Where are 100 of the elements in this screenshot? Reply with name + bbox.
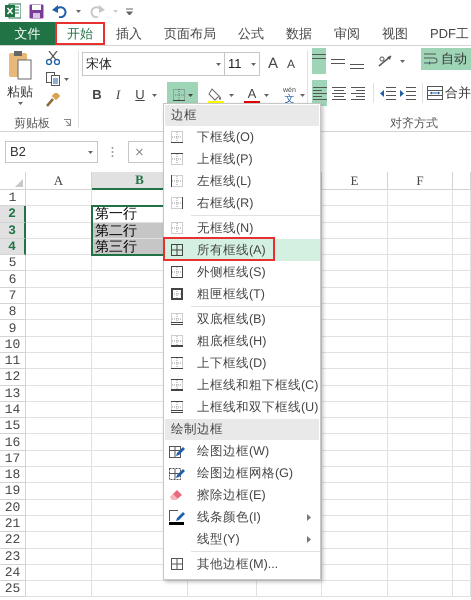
- wrap-icon: [424, 53, 438, 65]
- menu-section-header: 绘制边框: [165, 419, 319, 440]
- row-header[interactable]: 14: [0, 402, 26, 418]
- caret-icon[interactable]: [216, 62, 221, 66]
- caret-icon[interactable]: [251, 62, 256, 66]
- ribbon-tab[interactable]: 开始: [55, 22, 105, 45]
- ribbon-tab[interactable]: 数据: [275, 22, 323, 45]
- row-header[interactable]: 10: [0, 336, 26, 353]
- underline-button[interactable]: U: [133, 85, 147, 105]
- font-size-field[interactable]: 11: [225, 52, 260, 76]
- copy-icon[interactable]: [46, 72, 61, 86]
- row-header[interactable]: 6: [0, 271, 26, 288]
- ribbon-tab[interactable]: PDF工: [419, 22, 471, 45]
- paste-icon[interactable]: [8, 50, 32, 80]
- caret-icon[interactable]: [400, 60, 405, 63]
- scissors-icon[interactable]: [46, 51, 60, 65]
- shrink-font-button[interactable]: A: [287, 55, 300, 73]
- menu-item[interactable]: 双底框线(B): [164, 305, 320, 330]
- table-cell: [322, 190, 388, 206]
- caret-icon[interactable]: [152, 94, 157, 96]
- paste-button[interactable]: 粘贴: [7, 82, 33, 102]
- table-cell: [388, 369, 453, 386]
- menu-item[interactable]: 擦除边框(E): [164, 484, 320, 506]
- caret-icon[interactable]: [264, 94, 269, 96]
- caret-icon[interactable]: [229, 94, 234, 96]
- increase-indent-icon[interactable]: [400, 86, 416, 100]
- italic-button[interactable]: I: [111, 85, 125, 105]
- font-name-field[interactable]: 宋体: [82, 52, 225, 76]
- row-header[interactable]: 11: [0, 352, 26, 370]
- ribbon-tab[interactable]: 页面布局: [153, 22, 227, 45]
- row-header[interactable]: 15: [0, 418, 26, 434]
- save-icon[interactable]: [29, 4, 44, 18]
- row-header[interactable]: 16: [0, 434, 26, 451]
- row-header[interactable]: 23: [0, 548, 26, 565]
- grip-icon[interactable]: [111, 146, 114, 158]
- menu-item[interactable]: 粗匣框线(T): [164, 283, 320, 305]
- row-header[interactable]: 25: [0, 581, 26, 598]
- row-header[interactable]: 17: [0, 450, 26, 468]
- table-cell: [453, 483, 471, 500]
- column-header[interactable]: F: [388, 172, 453, 190]
- menu-item[interactable]: 上框线和双下框线(U): [164, 396, 320, 418]
- ribbon-tab[interactable]: 视图: [371, 22, 419, 45]
- ribbon-tab[interactable]: 审阅: [323, 22, 371, 45]
- dialog-launcher-icon[interactable]: [64, 119, 71, 126]
- caret-icon[interactable]: [18, 102, 22, 104]
- row-header[interactable]: 2: [0, 206, 26, 223]
- row-header[interactable]: 3: [0, 222, 26, 239]
- menu-item[interactable]: 上框线和粗下框线(C): [164, 374, 320, 396]
- align-left-button[interactable]: [312, 80, 328, 106]
- undo-icon[interactable]: [52, 4, 68, 18]
- row-header[interactable]: 5: [0, 255, 26, 272]
- menu-item[interactable]: 粗底框线(H): [164, 330, 320, 352]
- wrap-text-button[interactable]: 自动: [421, 48, 471, 70]
- bold-button[interactable]: B: [89, 85, 105, 105]
- column-header[interactable]: E: [322, 172, 388, 190]
- row-header[interactable]: 4: [0, 238, 26, 256]
- format-painter-icon[interactable]: [46, 93, 60, 107]
- table-cell: [388, 581, 453, 598]
- menu-item[interactable]: 其他边框(M)...: [164, 550, 320, 575]
- caret-icon[interactable]: [188, 94, 192, 96]
- caret-icon[interactable]: [76, 10, 81, 12]
- row-header[interactable]: 18: [0, 467, 26, 484]
- merge-button[interactable]: 合并: [426, 83, 471, 103]
- menu-item[interactable]: 上下框线(D): [164, 352, 320, 374]
- caret-icon[interactable]: [88, 150, 93, 154]
- row-header[interactable]: 24: [0, 564, 26, 582]
- caret-icon[interactable]: [300, 94, 305, 96]
- file-tab[interactable]: 文件: [0, 22, 55, 45]
- menu-item[interactable]: 绘图边框网格(G): [164, 462, 320, 484]
- table-cell: [322, 402, 388, 418]
- row-header[interactable]: 7: [0, 288, 26, 304]
- grow-font-button[interactable]: A: [268, 52, 282, 76]
- menu-item[interactable]: 所有框线(A): [164, 239, 320, 261]
- row-header[interactable]: 8: [0, 304, 26, 320]
- fill-color-icon[interactable]: [208, 86, 226, 104]
- decrease-indent-icon[interactable]: [380, 86, 396, 100]
- top-align-button[interactable]: [312, 48, 326, 74]
- align-bot-icon: [350, 64, 364, 69]
- table-cell: [453, 271, 471, 288]
- row-header[interactable]: 9: [0, 320, 26, 337]
- ribbon-tab[interactable]: 插入: [105, 22, 153, 45]
- menu-item[interactable]: 线条颜色(I): [164, 506, 320, 528]
- menu-item[interactable]: 外侧框线(S): [164, 261, 320, 283]
- table-cell: [388, 548, 453, 565]
- name-box[interactable]: B2: [5, 141, 98, 163]
- row-header[interactable]: 21: [0, 516, 26, 532]
- ribbon-tab[interactable]: 公式: [227, 22, 275, 45]
- menu-section-header: 边框: [165, 105, 319, 126]
- table-cell: [322, 386, 388, 402]
- row-header[interactable]: 13: [0, 386, 26, 402]
- row-header[interactable]: 12: [0, 369, 26, 386]
- table-cell: [322, 288, 388, 304]
- row-header[interactable]: 22: [0, 532, 26, 549]
- row-header[interactable]: 20: [0, 500, 26, 516]
- menu-item[interactable]: 线型(Y): [164, 528, 320, 550]
- menu-item[interactable]: 绘图边框(W): [164, 440, 320, 462]
- customize-icon[interactable]: [126, 8, 133, 14]
- row-header[interactable]: 19: [0, 483, 26, 500]
- table-cell: [257, 581, 322, 598]
- caret-icon[interactable]: [64, 78, 69, 80]
